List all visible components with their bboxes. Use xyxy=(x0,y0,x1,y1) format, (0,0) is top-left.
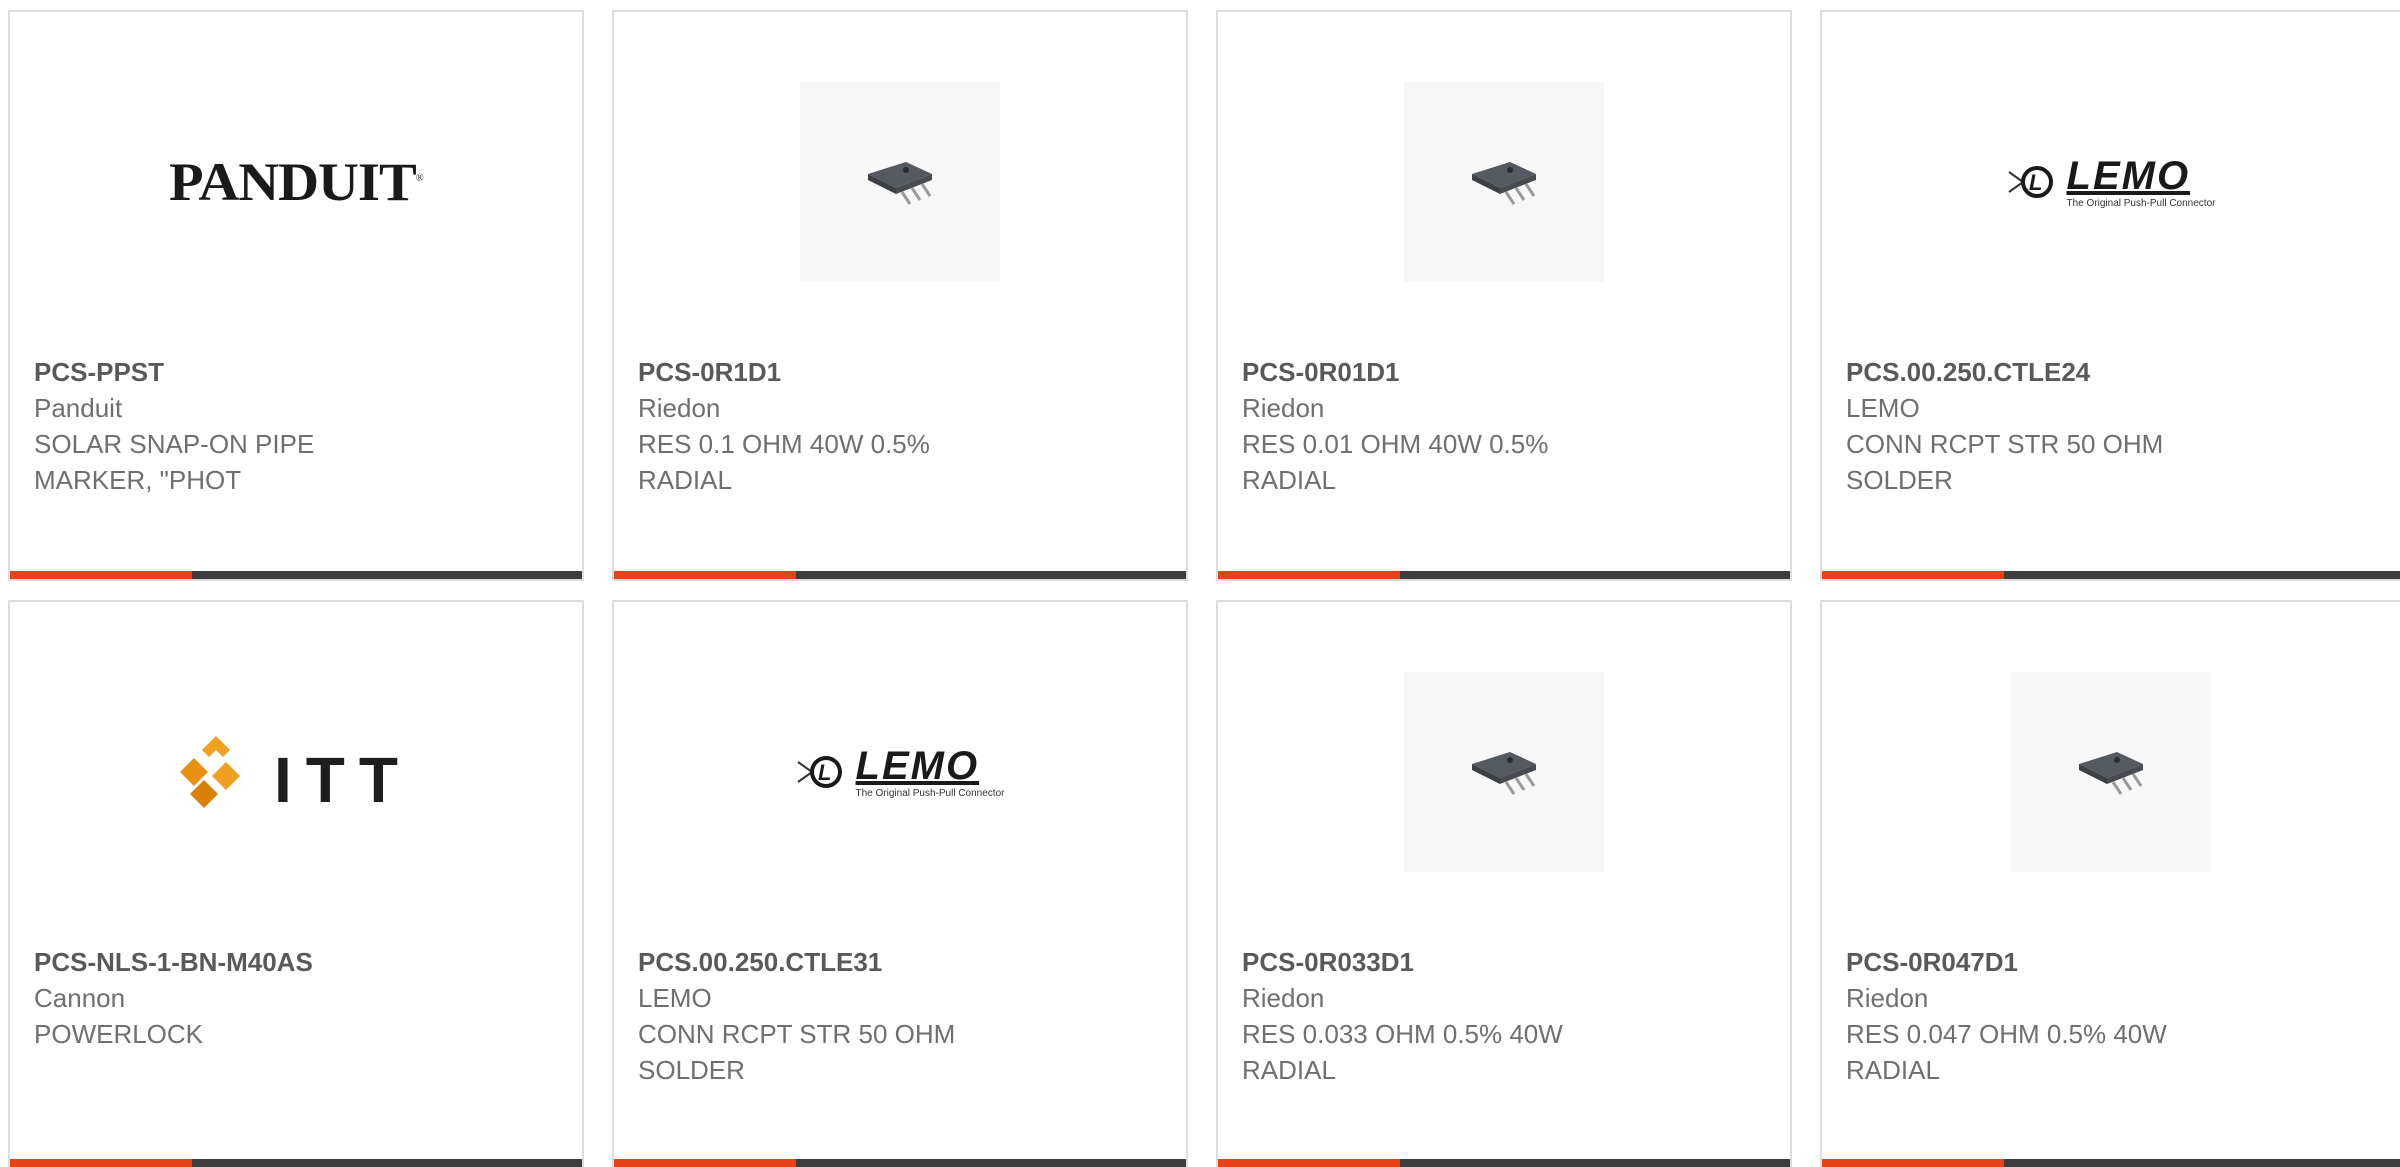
product-image[interactable] xyxy=(614,12,1186,352)
product-image[interactable] xyxy=(1218,602,1790,942)
product-card[interactable]: ITT PCS-NLS-1-BN-M40AS Cannon POWERLOCK xyxy=(8,600,584,1167)
description-line: RES 0.01 OHM 40W 0.5% xyxy=(1242,429,1549,459)
description-line: CONN RCPT STR 50 OHM xyxy=(1846,429,2164,459)
card-accent-bar xyxy=(1822,571,2004,579)
card-accent-bar xyxy=(1822,1159,2004,1167)
card-accent-bar xyxy=(614,1159,796,1167)
product-card[interactable]: PCS-0R047D1 Riedon RES 0.047 OHM 0.5% 40… xyxy=(1820,600,2400,1167)
description-line: MARKER, "PHOT xyxy=(34,465,242,495)
itt-logo: ITT xyxy=(180,732,412,812)
card-accent-bar xyxy=(1218,571,1400,579)
card-footer-bar xyxy=(1218,1159,1790,1167)
card-footer-bar xyxy=(1218,571,1790,579)
manufacturer: Riedon xyxy=(1242,983,1325,1013)
description-line: RES 0.033 OHM 0.5% 40W xyxy=(1242,1019,1563,1049)
description-line: RADIAL xyxy=(1242,465,1336,495)
description-line: RADIAL xyxy=(1242,1055,1336,1085)
product-card[interactable]: PANDUIT® PCS-PPST Panduit SOLAR SNAP-ON … xyxy=(8,10,584,581)
svg-text:L: L xyxy=(818,760,831,785)
card-footer-bar xyxy=(614,1159,1186,1167)
part-number[interactable]: PCS-0R1D1 xyxy=(638,354,1162,390)
lemo-logo: L LEMO The Original Push-Pull Connector xyxy=(2007,156,2215,209)
product-info: PCS-0R01D1 Riedon RES 0.01 OHM 40W 0.5% … xyxy=(1242,354,1766,498)
product-info: PCS.00.250.CTLE24 LEMO CONN RCPT STR 50 … xyxy=(1846,354,2376,498)
resistor-chip-icon xyxy=(2011,672,2211,872)
card-accent-bar xyxy=(614,571,796,579)
description-line: SOLDER xyxy=(1846,465,1953,495)
description-line: RADIAL xyxy=(638,465,732,495)
resistor-chip-icon xyxy=(800,82,1000,282)
product-image[interactable]: ITT xyxy=(10,602,582,942)
manufacturer: LEMO xyxy=(1846,393,1920,423)
product-image[interactable] xyxy=(1822,602,2400,942)
product-grid: PANDUIT® PCS-PPST Panduit SOLAR SNAP-ON … xyxy=(0,0,2400,1167)
description-line: CONN RCPT STR 50 OHM xyxy=(638,1019,956,1049)
product-info: PCS.00.250.CTLE31 LEMO CONN RCPT STR 50 … xyxy=(638,944,1162,1088)
resistor-chip-icon xyxy=(1404,672,1604,872)
product-image[interactable]: L LEMO The Original Push-Pull Connector xyxy=(614,602,1186,942)
product-card[interactable]: L LEMO The Original Push-Pull Connector … xyxy=(612,600,1188,1167)
card-footer-bar xyxy=(1822,571,2400,579)
description-line: POWERLOCK xyxy=(34,1019,204,1049)
manufacturer: Riedon xyxy=(1846,983,1929,1013)
card-accent-bar xyxy=(10,571,192,579)
description-line: SOLAR SNAP-ON PIPE xyxy=(34,429,315,459)
lemo-logo: L LEMO The Original Push-Pull Connector xyxy=(796,746,1004,799)
manufacturer: Riedon xyxy=(638,393,721,423)
resistor-chip-icon xyxy=(1404,82,1604,282)
manufacturer: Cannon xyxy=(34,983,126,1013)
part-number[interactable]: PCS-PPST xyxy=(34,354,558,390)
product-info: PCS-0R033D1 Riedon RES 0.033 OHM 0.5% 40… xyxy=(1242,944,1766,1088)
itt-emblem-icon xyxy=(180,736,241,808)
product-image[interactable]: L LEMO The Original Push-Pull Connector xyxy=(1822,12,2400,352)
lemo-emblem-icon: L xyxy=(2007,166,2053,198)
card-accent-bar xyxy=(10,1159,192,1167)
product-image[interactable] xyxy=(1218,12,1790,352)
product-card[interactable]: PCS-0R1D1 Riedon RES 0.1 OHM 40W 0.5% RA… xyxy=(612,10,1188,581)
product-info: PCS-NLS-1-BN-M40AS Cannon POWERLOCK xyxy=(34,944,558,1052)
card-footer-bar xyxy=(614,571,1186,579)
product-card[interactable]: PCS-0R01D1 Riedon RES 0.01 OHM 40W 0.5% … xyxy=(1216,10,1792,581)
description-line: RES 0.1 OHM 40W 0.5% xyxy=(638,429,930,459)
part-number[interactable]: PCS.00.250.CTLE31 xyxy=(638,944,1162,980)
card-accent-bar xyxy=(1218,1159,1400,1167)
card-footer-bar xyxy=(10,571,582,579)
part-number[interactable]: PCS-0R033D1 xyxy=(1242,944,1766,980)
manufacturer: Panduit xyxy=(34,393,123,423)
part-number[interactable]: PCS-0R047D1 xyxy=(1846,944,2376,980)
product-info: PCS-0R047D1 Riedon RES 0.047 OHM 0.5% 40… xyxy=(1846,944,2376,1088)
product-info: PCS-PPST Panduit SOLAR SNAP-ON PIPE MARK… xyxy=(34,354,558,498)
part-number[interactable]: PCS.00.250.CTLE24 xyxy=(1846,354,2376,390)
manufacturer: Riedon xyxy=(1242,393,1325,423)
svg-text:L: L xyxy=(2029,170,2042,195)
product-image[interactable]: PANDUIT® xyxy=(10,12,582,352)
description-line: SOLDER xyxy=(638,1055,745,1085)
product-info: PCS-0R1D1 Riedon RES 0.1 OHM 40W 0.5% RA… xyxy=(638,354,1162,498)
lemo-emblem-icon: L xyxy=(796,756,842,788)
description-line: RES 0.047 OHM 0.5% 40W xyxy=(1846,1019,2167,1049)
card-footer-bar xyxy=(10,1159,582,1167)
card-footer-bar xyxy=(1822,1159,2400,1167)
description-line: RADIAL xyxy=(1846,1055,1940,1085)
product-card[interactable]: PCS-0R033D1 Riedon RES 0.033 OHM 0.5% 40… xyxy=(1216,600,1792,1167)
part-number[interactable]: PCS-0R01D1 xyxy=(1242,354,1766,390)
part-number[interactable]: PCS-NLS-1-BN-M40AS xyxy=(34,944,558,980)
panduit-logo: PANDUIT® xyxy=(169,152,424,212)
product-card[interactable]: L LEMO The Original Push-Pull Connector … xyxy=(1820,10,2400,581)
manufacturer: LEMO xyxy=(638,983,712,1013)
